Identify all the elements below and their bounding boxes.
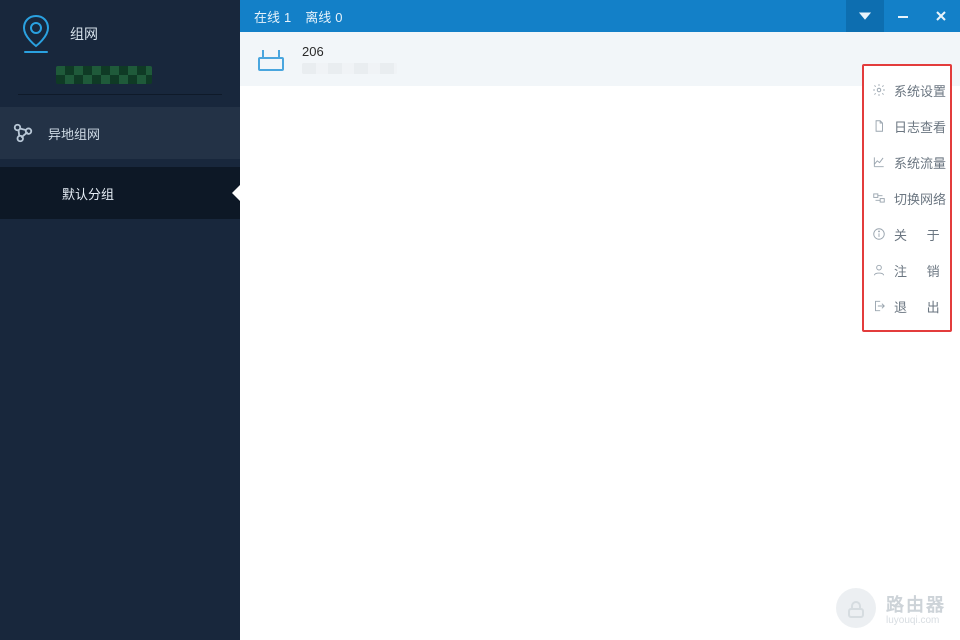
content: 206 系统设置日志查看系统流量切换网络关 于注 销退 出 路由器 luyouq… (240, 32, 960, 640)
sidebar-separator (18, 94, 222, 95)
window-controls (846, 0, 960, 32)
main-menu-dropdown: 系统设置日志查看系统流量切换网络关 于注 销退 出 (862, 64, 952, 332)
watermark-subtitle: luyouqi.com (886, 615, 946, 626)
sidebar-obscured-badge (56, 66, 152, 84)
switch-icon (872, 190, 886, 206)
titlebar-status: 在线1 离线0 (240, 7, 343, 26)
menu-button[interactable] (846, 0, 884, 32)
network-icon (12, 122, 34, 144)
info-icon (872, 226, 886, 242)
menu-item-label: 系统设置 (894, 81, 946, 100)
close-button[interactable] (922, 0, 960, 32)
nav-remote-network[interactable]: 异地组网 (0, 107, 240, 159)
menu-item-3[interactable]: 切换网络 (866, 180, 948, 216)
menu-item-0[interactable]: 系统设置 (866, 72, 948, 108)
menu-item-5[interactable]: 注 销 (866, 252, 948, 288)
titlebar: 在线1 离线0 (240, 0, 960, 32)
menu-item-4[interactable]: 关 于 (866, 216, 948, 252)
sub-item-label: 默认分组 (62, 184, 114, 203)
menu-item-1[interactable]: 日志查看 (866, 108, 948, 144)
offline-label: 离线0 (305, 7, 342, 26)
main-area: 在线1 离线0 (240, 0, 960, 640)
watermark-text: 路由器 luyouqi.com (886, 591, 946, 626)
watermark: 路由器 luyouqi.com (836, 588, 946, 628)
location-pin-icon (12, 10, 60, 58)
minimize-button[interactable] (884, 0, 922, 32)
menu-item-label: 退 出 (894, 297, 948, 316)
nav-label: 异地组网 (48, 124, 100, 143)
menu-item-6[interactable]: 退 出 (866, 288, 948, 324)
doc-icon (872, 118, 886, 134)
menu-item-label: 切换网络 (894, 189, 946, 208)
device-name: 206 (302, 44, 397, 59)
menu-item-label: 注 销 (894, 261, 948, 280)
online-label: 在线1 (254, 7, 291, 26)
sidebar-header: 组网 (0, 0, 240, 72)
device-text: 206 (302, 44, 397, 74)
watermark-icon (836, 588, 876, 628)
exit-icon (872, 298, 886, 314)
user-icon (872, 262, 886, 278)
sidebar-title: 组网 (70, 24, 98, 44)
sidebar: 组网 异地组网 默认分组 (0, 0, 240, 640)
router-icon (256, 48, 286, 74)
menu-item-label: 关 于 (894, 225, 948, 244)
menu-item-label: 日志查看 (894, 117, 946, 136)
watermark-title: 路由器 (886, 591, 946, 617)
device-row[interactable]: 206 (240, 32, 960, 86)
gear-icon (872, 82, 886, 98)
chart-icon (872, 154, 886, 170)
device-subtext-blurred (302, 63, 397, 74)
app-root: 组网 异地组网 默认分组 在线1 离线0 (0, 0, 960, 640)
sidebar-item-default-group[interactable]: 默认分组 (0, 167, 240, 219)
menu-item-label: 系统流量 (894, 153, 946, 172)
menu-item-2[interactable]: 系统流量 (866, 144, 948, 180)
